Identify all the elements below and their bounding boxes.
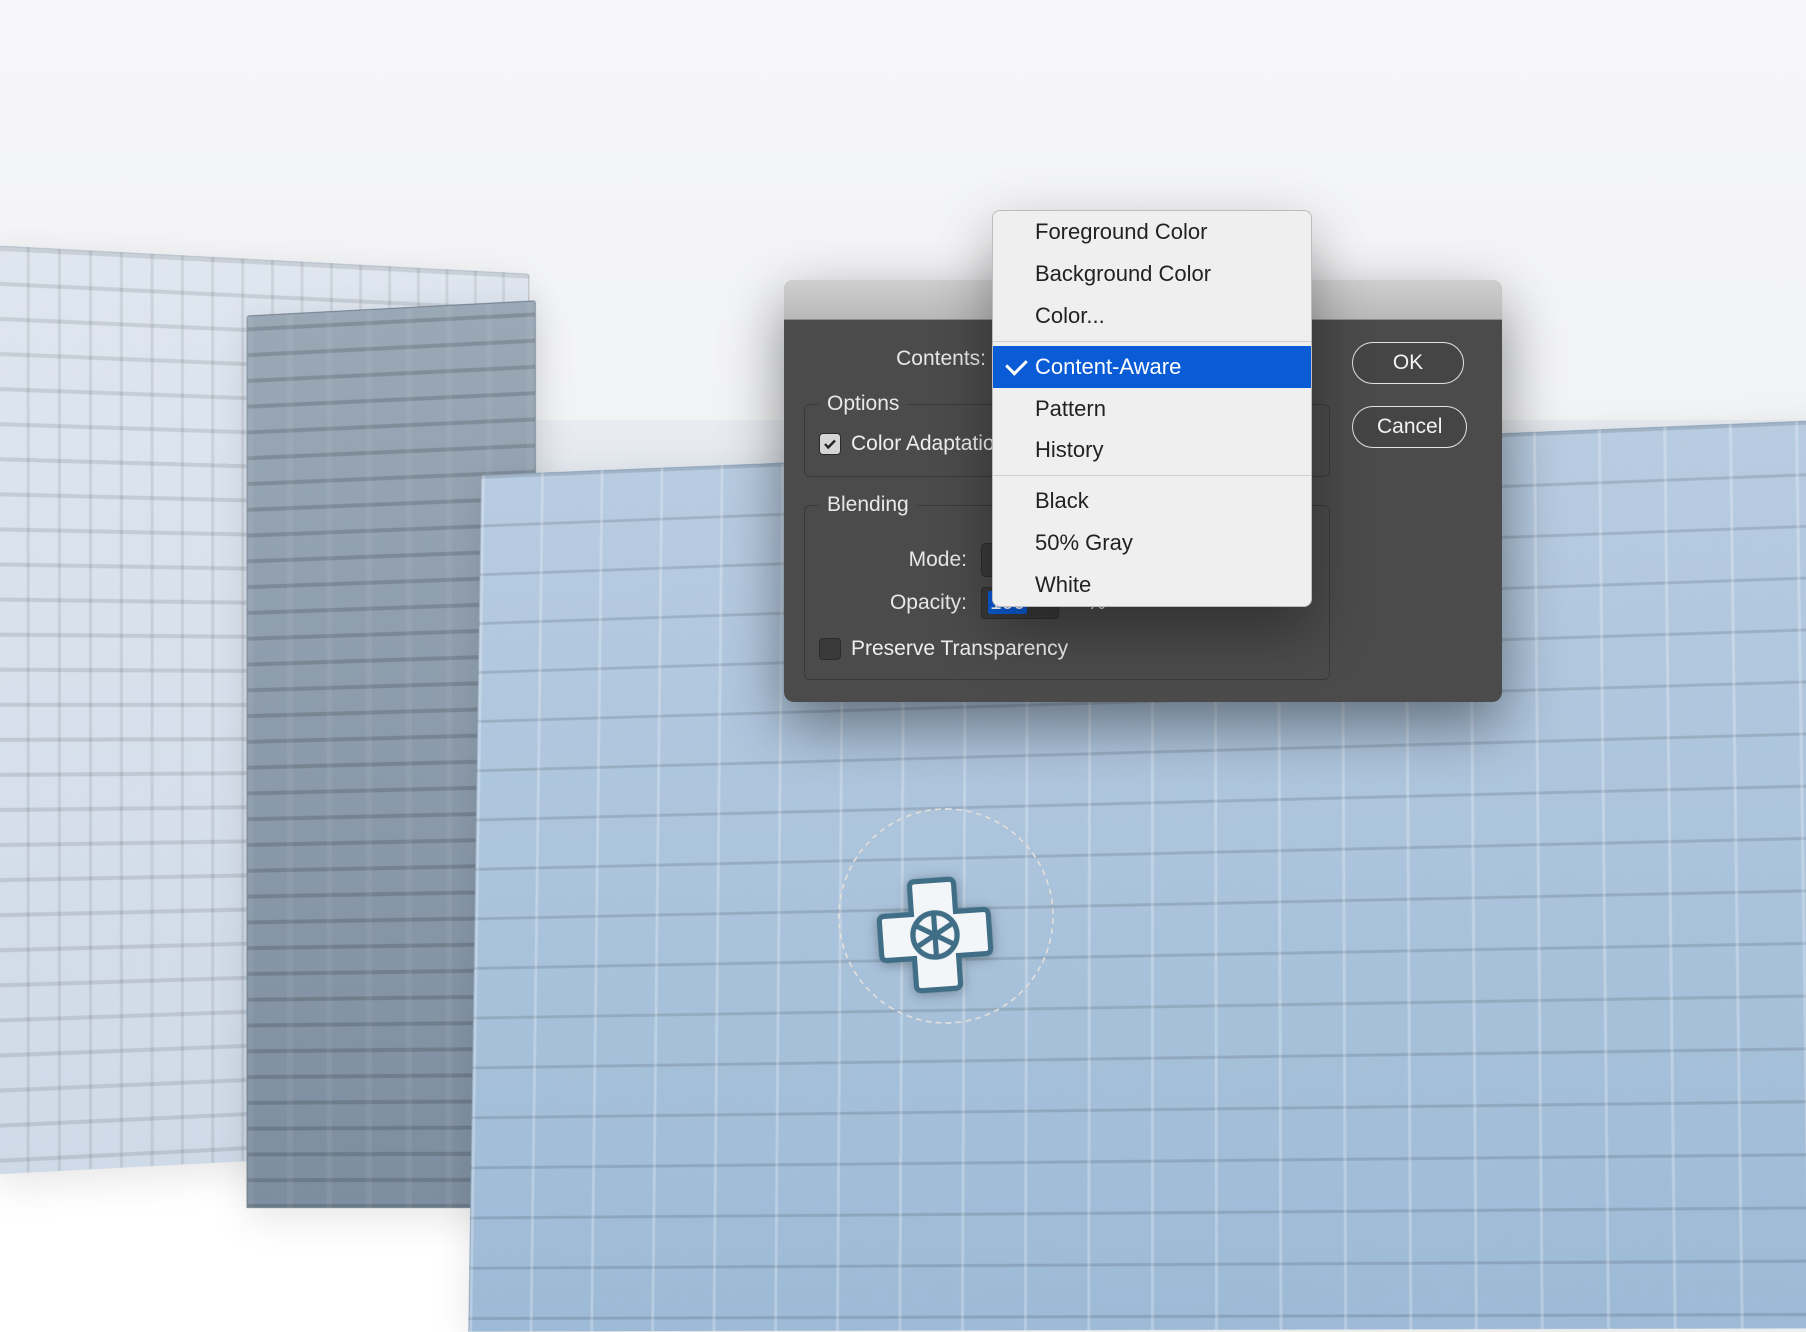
mode-label: Mode: [819,548,967,572]
contents-option[interactable]: Content-Aware [993,346,1311,388]
ok-button[interactable]: OK [1352,342,1464,384]
contents-option[interactable]: Black [993,480,1311,522]
cancel-button-label: Cancel [1377,415,1442,438]
cancel-button[interactable]: Cancel [1352,406,1467,448]
menu-separator [993,341,1311,342]
cross-logo [866,866,1005,1005]
ok-button-label: OK [1393,351,1423,374]
checkbox-icon-checked [819,433,841,455]
contents-option[interactable]: Foreground Color [993,211,1311,253]
checkbox-icon [819,638,841,660]
contents-option[interactable]: Background Color [993,253,1311,295]
color-adaptation-label: Color Adaptation [851,432,1006,456]
contents-dropdown[interactable]: Foreground ColorBackground ColorColor...… [992,210,1312,607]
opacity-label: Opacity: [819,591,967,615]
menu-separator [993,475,1311,476]
contents-option[interactable]: White [993,564,1311,606]
color-adaptation-checkbox[interactable]: Color Adaptation [819,432,1006,456]
blending-legend: Blending [819,493,917,517]
contents-option[interactable]: Color... [993,295,1311,337]
preserve-transparency-label: Preserve Transparency [851,637,1068,661]
options-legend: Options [819,392,907,416]
preserve-transparency-checkbox[interactable]: Preserve Transparency [819,637,1068,661]
contents-option[interactable]: 50% Gray [993,522,1311,564]
contents-option[interactable]: Pattern [993,388,1311,430]
contents-option[interactable]: History [993,429,1311,471]
contents-label: Contents: [804,347,986,371]
